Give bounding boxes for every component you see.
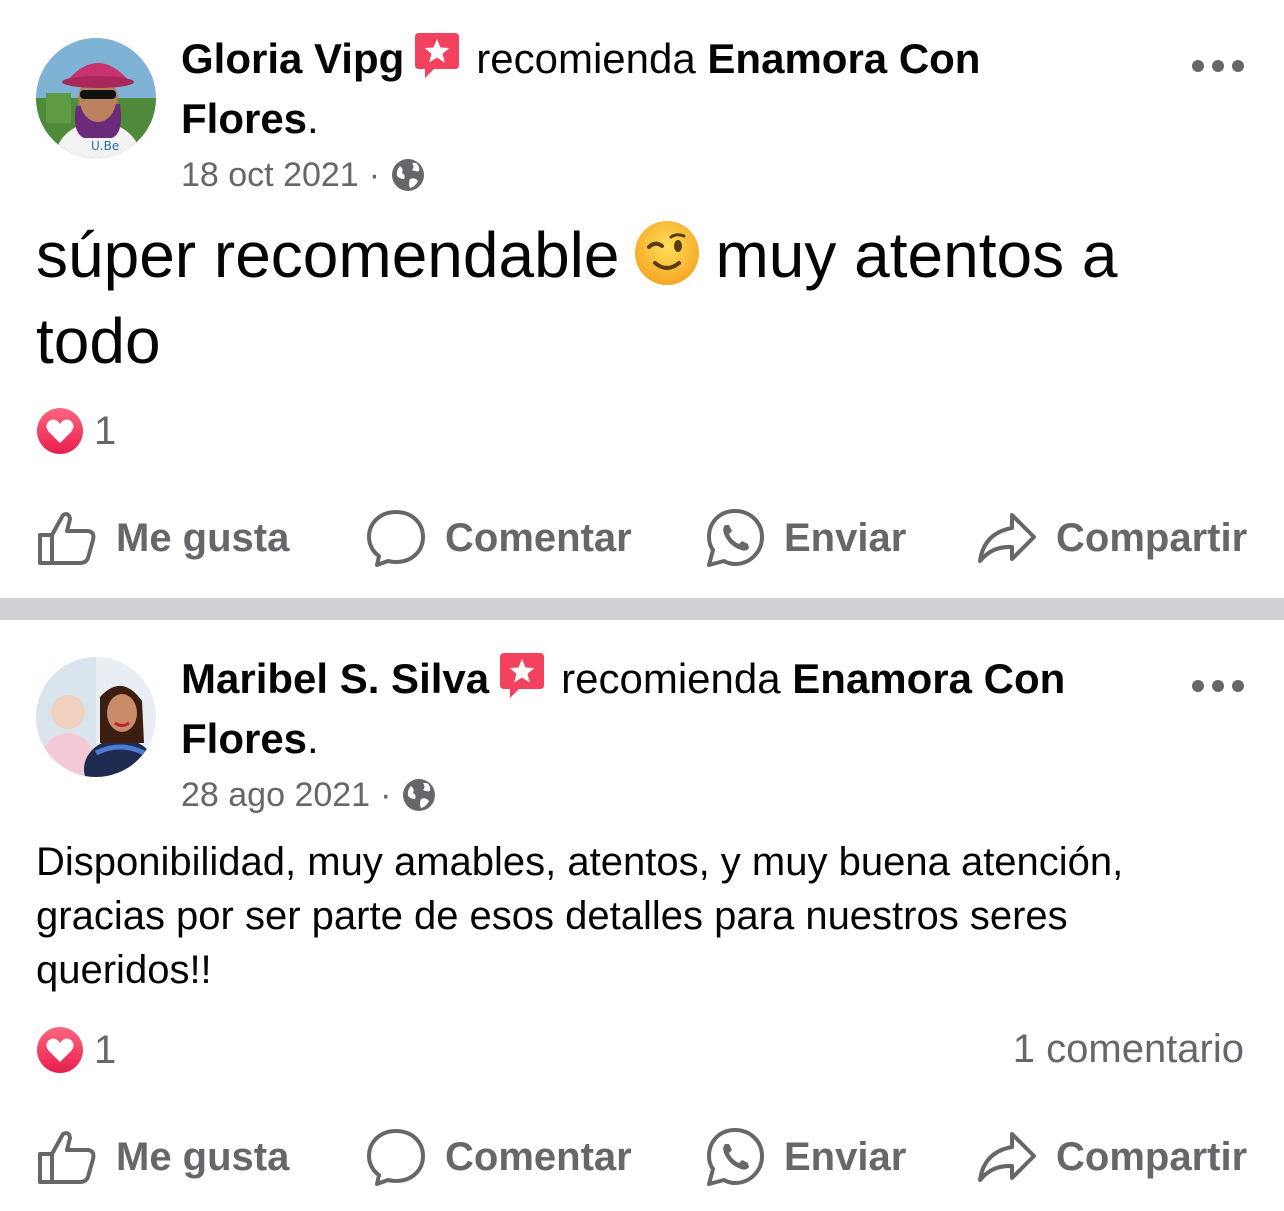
globe-icon bbox=[390, 157, 426, 193]
post-header: Maribel S. Silva recomienda Enamora Con Fl… bbox=[181, 649, 1065, 769]
share-button[interactable]: Compartir bbox=[976, 1122, 1247, 1192]
recommend-verb: recomienda bbox=[561, 655, 781, 702]
reaction-count: 1 bbox=[94, 408, 117, 453]
love-reaction-icon bbox=[36, 407, 84, 455]
review-post: Maribel S. Silva recomienda Enamora Con Fl… bbox=[0, 620, 1284, 1211]
winking-face-icon bbox=[633, 219, 701, 287]
post-meta: 18 oct 2021 · bbox=[181, 153, 426, 197]
action-bar: Me gusta Comentar Enviar Compartir bbox=[0, 1122, 1284, 1192]
reaction-count: 1 bbox=[94, 1027, 117, 1072]
post-date[interactable]: 28 ago 2021 bbox=[181, 776, 370, 815]
share-arrow-icon bbox=[978, 1132, 1036, 1182]
svg-text:U.Be: U.Be bbox=[91, 139, 119, 153]
share-button[interactable]: Compartir bbox=[976, 503, 1247, 573]
more-options-icon[interactable] bbox=[1192, 676, 1244, 696]
whatsapp-icon bbox=[707, 509, 764, 567]
send-button[interactable]: Enviar bbox=[704, 1122, 906, 1192]
like-button[interactable]: Me gusta bbox=[36, 1122, 289, 1192]
recommend-star-icon bbox=[412, 31, 462, 81]
page-name[interactable]: Enamora Con bbox=[707, 35, 980, 82]
comment-bubble-icon bbox=[367, 510, 425, 567]
post-meta: 28 ago 2021 · bbox=[181, 773, 437, 817]
thumbs-up-icon bbox=[38, 1131, 96, 1184]
comment-button[interactable]: Comentar bbox=[365, 1122, 632, 1192]
page-name[interactable]: Enamora Con bbox=[792, 655, 1065, 702]
comment-button[interactable]: Comentar bbox=[365, 503, 632, 573]
share-arrow-icon bbox=[978, 513, 1036, 563]
comment-bubble-icon bbox=[367, 1129, 425, 1186]
recommend-star-icon bbox=[497, 651, 547, 701]
review-post: U.Be Gloria Vipg recomienda Enamora Con Fl… bbox=[0, 0, 1284, 598]
author-name[interactable]: Maribel S. Silva bbox=[181, 655, 489, 702]
avatar[interactable] bbox=[36, 657, 156, 777]
post-separator bbox=[0, 598, 1284, 620]
more-options-icon[interactable] bbox=[1192, 56, 1244, 76]
post-date[interactable]: 18 oct 2021 bbox=[181, 156, 359, 195]
action-bar: Me gusta Comentar Enviar Compartir bbox=[0, 503, 1284, 573]
whatsapp-icon bbox=[707, 1128, 764, 1186]
thumbs-up-icon bbox=[38, 512, 96, 565]
post-header: Gloria Vipg recomienda Enamora Con Flores. bbox=[181, 29, 980, 149]
avatar[interactable]: U.Be bbox=[36, 38, 156, 158]
recommend-verb: recomienda bbox=[476, 35, 696, 82]
reaction-summary[interactable]: 1 bbox=[36, 1026, 116, 1074]
reaction-summary[interactable]: 1 bbox=[36, 407, 116, 455]
author-name[interactable]: Gloria Vipg bbox=[181, 35, 404, 82]
love-reaction-icon bbox=[36, 1026, 84, 1074]
comment-count[interactable]: 1 comentario bbox=[1013, 1027, 1244, 1072]
send-button[interactable]: Enviar bbox=[704, 503, 906, 573]
page-name-cont[interactable]: Flores bbox=[181, 95, 307, 142]
like-button[interactable]: Me gusta bbox=[36, 503, 289, 573]
globe-icon bbox=[401, 777, 437, 813]
post-text: súper recomendable muy atentos a todo bbox=[36, 219, 1118, 377]
post-text: Disponibilidad, muy amables, atentos, y … bbox=[36, 840, 1124, 992]
page-name-cont[interactable]: Flores bbox=[181, 715, 307, 762]
